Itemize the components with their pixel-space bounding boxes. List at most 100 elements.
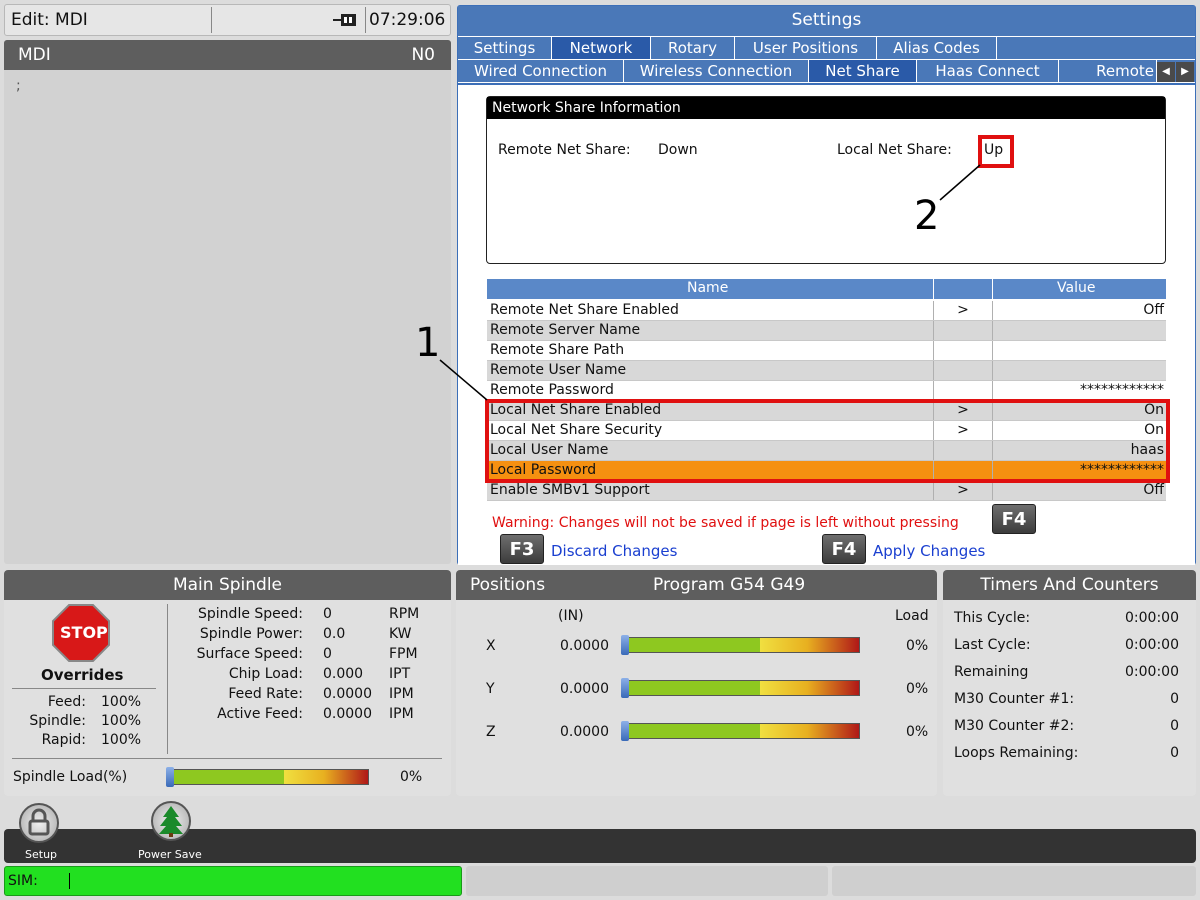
settings-tab-row: Settings Network Rotary User Positions A… (458, 37, 1195, 59)
setting-name: Enable SMBv1 Support (490, 482, 650, 498)
timer-value: 0 (1170, 691, 1179, 707)
override-label: Spindle: (29, 713, 86, 729)
spindle-stat-unit: IPM (389, 706, 414, 722)
col-value-header: Value (1057, 280, 1096, 296)
setting-name: Remote Share Path (490, 342, 625, 358)
mdi-n-label: N0 (411, 45, 435, 65)
axis-load-value: 0% (906, 724, 929, 740)
spindle-stat-unit: IPM (389, 686, 414, 702)
table-row[interactable]: Remote Net Share Enabled > Off (487, 301, 1166, 321)
table-row[interactable]: Enable SMBv1 Support > Off (487, 481, 1166, 501)
spindle-load-label: Spindle Load(%) (13, 769, 128, 785)
axis-position: 0.0000 (560, 724, 609, 740)
mdi-title: MDI (18, 45, 51, 65)
tab-haas-connect[interactable]: Haas Connect (917, 60, 1059, 82)
tab-wireless-connection[interactable]: Wireless Connection (624, 60, 809, 82)
status-field (466, 866, 828, 896)
setting-name: Remote Server Name (490, 322, 641, 338)
spindle-stat-label: Spindle Power: (199, 626, 303, 642)
setting-arrow (933, 361, 992, 380)
axis-load-bar (621, 635, 860, 655)
tab-alias-codes[interactable]: Alias Codes (877, 37, 997, 59)
tab-scroll-left-icon[interactable]: ◀ (1157, 62, 1175, 82)
spindle-stat-value: 0.000 (323, 666, 364, 682)
positions-panel: Positions Program G54 G49 (IN) Load X 0.0… (456, 570, 937, 796)
axis-load-value: 0% (906, 638, 929, 654)
info-header: Network Share Information (487, 97, 1165, 119)
divider (167, 604, 168, 754)
timers-title: Timers And Counters (943, 570, 1196, 600)
divider (12, 688, 156, 689)
override-value: 100% (101, 713, 142, 729)
local-settings-highlight-box (485, 399, 1170, 483)
spindle-stat-value: 0.0000 (323, 706, 372, 722)
network-share-info-box: Network Share Information Remote Net Sha… (486, 96, 1166, 264)
tab-network[interactable]: Network (552, 37, 651, 59)
divider (211, 7, 212, 33)
mdi-panel[interactable]: MDI N0 ; (4, 40, 451, 564)
timer-value: 0 (1170, 718, 1179, 734)
positions-title[interactable]: Positions (470, 575, 545, 595)
divider (12, 758, 442, 759)
table-row[interactable]: Remote Server Name (487, 321, 1166, 341)
col-name-header: Name (687, 280, 729, 296)
timer-value: 0 (1170, 745, 1179, 761)
tab-user-positions[interactable]: User Positions (735, 37, 877, 59)
table-row[interactable]: Remote User Name (487, 361, 1166, 381)
setting-name: Remote Net Share Enabled (490, 302, 679, 318)
f4-key-icon: F4 (992, 504, 1036, 534)
tab-settings[interactable]: Settings (458, 37, 552, 59)
tab-scroll-right-icon[interactable]: ▶ (1176, 62, 1194, 82)
setting-arrow (933, 381, 992, 400)
spindle-stat-label: Active Feed: (217, 706, 303, 722)
discard-changes-link[interactable]: Discard Changes (551, 542, 677, 560)
load-header: Load (895, 608, 929, 624)
setting-name: Remote User Name (490, 362, 627, 378)
mdi-cursor: ; (16, 78, 21, 94)
setting-arrow (933, 341, 992, 360)
spindle-stat-label: Surface Speed: (196, 646, 303, 662)
table-header: Name Value (487, 279, 1166, 299)
axis-load-bar (621, 721, 860, 741)
tab-net-share[interactable]: Net Share (809, 60, 917, 82)
remote-net-share-label: Remote Net Share: (498, 142, 631, 158)
spindle-stat-label: Spindle Speed: (198, 606, 303, 622)
spindle-load-value: 0% (400, 769, 423, 785)
lock-icon[interactable] (19, 803, 59, 843)
f4-key[interactable]: F4 (822, 534, 866, 564)
axis-position: 0.0000 (560, 681, 609, 697)
tab-rotary[interactable]: Rotary (651, 37, 735, 59)
status-field (832, 866, 1196, 896)
spindle-stat-value: 0.0 (323, 626, 346, 642)
f3-key[interactable]: F3 (500, 534, 544, 564)
timer-value: 0:00:00 (1125, 610, 1179, 626)
timers-counters-panel: Timers And Counters This Cycle: 0:00:00 La… (943, 570, 1196, 796)
override-label: Rapid: (41, 732, 86, 748)
settings-panel: Settings Settings Network Rotary User Po… (457, 5, 1196, 565)
apply-changes-link[interactable]: Apply Changes (873, 542, 985, 560)
timer-value: 0:00:00 (1125, 664, 1179, 680)
callout-2: 2 (914, 193, 940, 239)
tab-wired-connection[interactable]: Wired Connection (458, 60, 624, 82)
spindle-stat-label: Feed Rate: (228, 686, 303, 702)
units-label: (IN) (558, 608, 584, 624)
spindle-stat-value: 0 (323, 646, 332, 662)
tree-icon[interactable] (151, 801, 191, 841)
setting-arrow (933, 321, 992, 340)
main-spindle-panel: Main Spindle STOP Overrides Feed: 100% Spi… (4, 570, 451, 796)
local-net-share-value: Up (984, 142, 1004, 158)
table-row[interactable]: Remote Share Path (487, 341, 1166, 361)
main-spindle-title: Main Spindle (4, 570, 451, 600)
timer-label: M30 Counter #1: (954, 691, 1075, 707)
top-status-bar: Edit: MDI 07:29:06 (4, 4, 451, 36)
tab-remote[interactable]: Remote (1059, 60, 1157, 82)
setting-value: ************ (992, 381, 1166, 400)
network-plug-icon (333, 14, 356, 26)
spindle-stat-unit: IPT (389, 666, 411, 682)
divider (992, 279, 993, 299)
local-net-share-label: Local Net Share: (837, 142, 952, 158)
network-subtab-row: Wired Connection Wireless Connection Net… (458, 60, 1195, 82)
edit-mode-label: Edit: MDI (11, 10, 88, 30)
table-row[interactable]: Remote Password ************ (487, 381, 1166, 401)
spindle-stat-unit: RPM (389, 606, 420, 622)
